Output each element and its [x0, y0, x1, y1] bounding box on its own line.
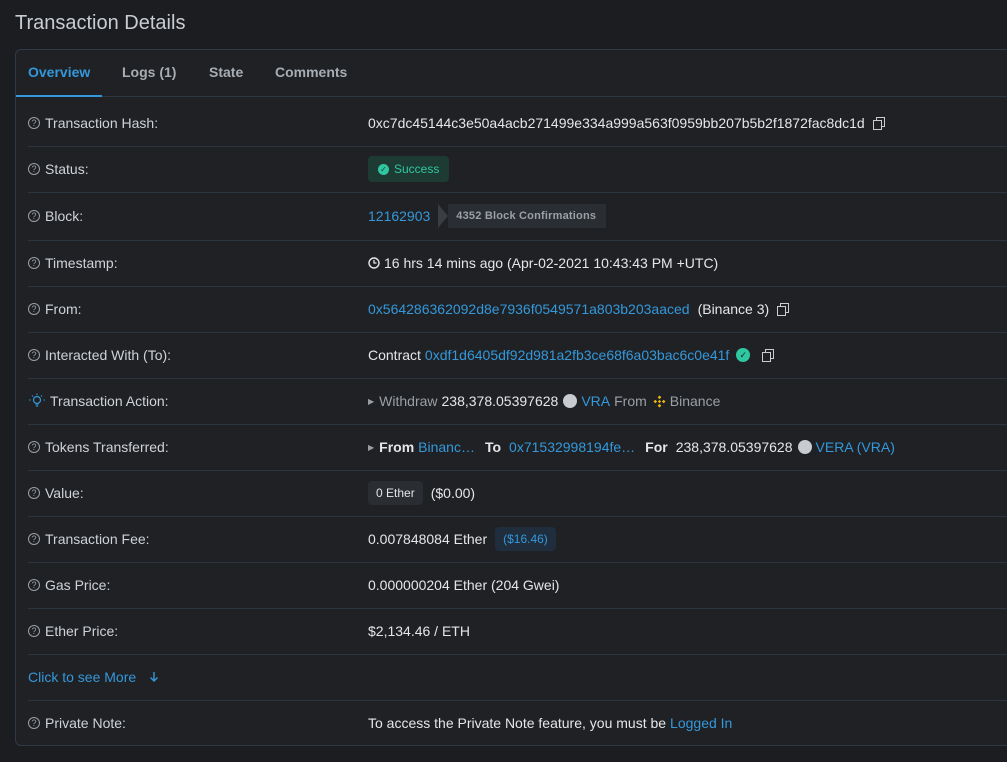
help-icon[interactable]: ? — [28, 487, 40, 499]
to-keyword: To — [484, 439, 502, 455]
row-transaction-action: Transaction Action: ▶ Withdraw 238,378.0… — [28, 378, 1007, 425]
see-more-text[interactable]: Click to see More — [28, 669, 136, 685]
row-label: Gas Price: — [45, 577, 111, 593]
ether-price-value: $2,134.46 / ETH — [368, 623, 470, 639]
help-icon[interactable]: ? — [28, 625, 40, 637]
row-block: ? Block: 12162903 4352 Block Confirmation… — [28, 192, 1007, 241]
see-more-link[interactable]: Click to see More — [28, 669, 160, 685]
tab-state[interactable]: State — [209, 50, 243, 96]
row-private-note: ? Private Note: To access the Private Not… — [28, 700, 1007, 746]
lightbulb-icon — [29, 393, 45, 407]
page-title: Transaction Details — [15, 12, 186, 34]
caret-right-icon: ▶ — [368, 396, 375, 406]
clock-icon — [368, 257, 380, 269]
from-keyword: From — [379, 439, 415, 455]
token-from-link[interactable]: Binanc… — [418, 439, 475, 455]
status-badge: ✓ Success — [368, 156, 450, 182]
fee-usd-badge: ($16.46) — [495, 527, 556, 551]
row-gas-price: ? Gas Price: 0.000000204 Ether (204 Gwei) — [28, 562, 1007, 609]
action-verb: Withdraw — [379, 393, 438, 409]
arrow-shape — [438, 204, 449, 228]
copy-icon[interactable] — [762, 348, 775, 362]
caret-right-icon: ▶ — [368, 442, 375, 452]
copy-icon[interactable] — [872, 116, 886, 130]
action-source: Binance — [669, 393, 721, 409]
status-text: Success — [394, 162, 440, 176]
arrow-down-icon[interactable] — [148, 671, 160, 683]
help-icon[interactable]: ? — [28, 210, 40, 222]
confirmations-text: 4352 Block Confirmations — [448, 204, 607, 228]
token-logo-icon — [797, 440, 812, 454]
fee-ether: 0.007848084 Ether — [368, 531, 488, 547]
row-label: Private Note: — [45, 715, 126, 731]
action-amount: 238,378.05397628 — [441, 393, 559, 409]
row-label: Transaction Fee: — [45, 531, 150, 547]
verified-check-icon: ✓ — [736, 348, 751, 362]
token-amount: 238,378.05397628 — [675, 439, 793, 455]
row-label: Tokens Transferred: — [45, 439, 169, 455]
value-ether-badge: 0 Ether — [368, 481, 423, 505]
timestamp-value: 16 hrs 14 mins ago (Apr-02-2021 10:43:43… — [384, 255, 719, 271]
row-see-more: Click to see More — [28, 654, 1007, 701]
help-icon[interactable]: ? — [28, 303, 40, 315]
row-value: ? Value: 0 Ether ($0.00) — [28, 470, 1007, 517]
from-name-tag: (Binance 3) — [697, 301, 770, 317]
tab-bar: Overview Logs (1) State Comments — [15, 50, 1007, 97]
block-number-link[interactable]: 12162903 — [368, 208, 430, 224]
tab-overview[interactable]: Overview — [15, 50, 103, 97]
help-icon[interactable]: ? — [28, 579, 40, 591]
row-label: Transaction Hash: — [45, 115, 159, 131]
action-token-link[interactable]: VRA — [581, 393, 610, 409]
help-icon[interactable]: ? — [28, 441, 40, 453]
login-link[interactable]: Logged In — [670, 715, 732, 731]
value-usd: ($0.00) — [430, 485, 476, 501]
help-icon[interactable]: ? — [28, 117, 40, 129]
row-timestamp: ? Timestamp: 16 hrs 14 mins ago (Apr-02-2… — [28, 240, 1007, 287]
private-note-text: To access the Private Note feature, you … — [368, 715, 667, 731]
row-label: Timestamp: — [45, 255, 118, 271]
contract-address-link[interactable]: 0xdf1d6405df92d981a2fb3ce68f6a03bac6c0e4… — [425, 347, 729, 363]
help-icon[interactable]: ? — [28, 533, 40, 545]
help-icon[interactable]: ? — [28, 717, 40, 729]
binance-logo-icon — [653, 395, 666, 407]
row-interacted-with: ? Interacted With (To): Contract 0xdf1d64… — [28, 332, 1007, 379]
row-label: Interacted With (To): — [45, 347, 172, 363]
tab-comments[interactable]: Comments — [275, 50, 347, 96]
row-ether-price: ? Ether Price: $2,134.46 / ETH — [28, 608, 1007, 655]
from-address-link[interactable]: 0x564286362092d8e7936f0549571a803b203aac… — [368, 301, 690, 317]
token-to-link[interactable]: 0x71532998194fe… — [509, 439, 635, 455]
row-tokens-transferred: ? Tokens Transferred: ▶ From Binanc… To 0… — [28, 424, 1007, 471]
help-icon[interactable]: ? — [28, 257, 40, 269]
row-label: From: — [45, 301, 82, 317]
for-keyword: For — [645, 439, 668, 455]
row-label: Transaction Action: — [50, 393, 169, 409]
tab-logs[interactable]: Logs (1) — [122, 50, 176, 96]
row-transaction-fee: ? Transaction Fee: 0.007848084 Ether ($16… — [28, 516, 1007, 563]
transaction-hash-value: 0xc7dc45144c3e50a4acb271499e334a999a563f… — [368, 115, 865, 131]
row-status: ? Status: ✓ Success — [28, 146, 1007, 193]
transaction-card: Overview Logs (1) State Comments ? Transa… — [15, 49, 1007, 746]
row-transaction-hash: ? Transaction Hash: 0xc7dc45144c3e50a4acb… — [28, 100, 1007, 147]
token-logo-icon — [563, 394, 578, 408]
token-name-link[interactable]: VERA (VRA) — [816, 439, 895, 455]
row-from: ? From: 0x564286362092d8e7936f0549571a803… — [28, 286, 1007, 333]
row-label: Block: — [45, 208, 84, 224]
row-label: Status: — [45, 161, 89, 177]
help-icon[interactable]: ? — [28, 163, 40, 175]
gas-price-value: 0.000000204 Ether (204 Gwei) — [368, 577, 560, 593]
confirmations-badge: 4352 Block Confirmations — [438, 204, 607, 228]
row-label: Value: — [45, 485, 84, 501]
contract-prefix: Contract — [368, 347, 421, 363]
help-icon[interactable]: ? — [28, 349, 40, 361]
check-circle-icon: ✓ — [378, 163, 389, 175]
action-from-word: From — [614, 393, 647, 409]
row-label: Ether Price: — [45, 623, 119, 639]
copy-icon[interactable] — [777, 302, 790, 316]
